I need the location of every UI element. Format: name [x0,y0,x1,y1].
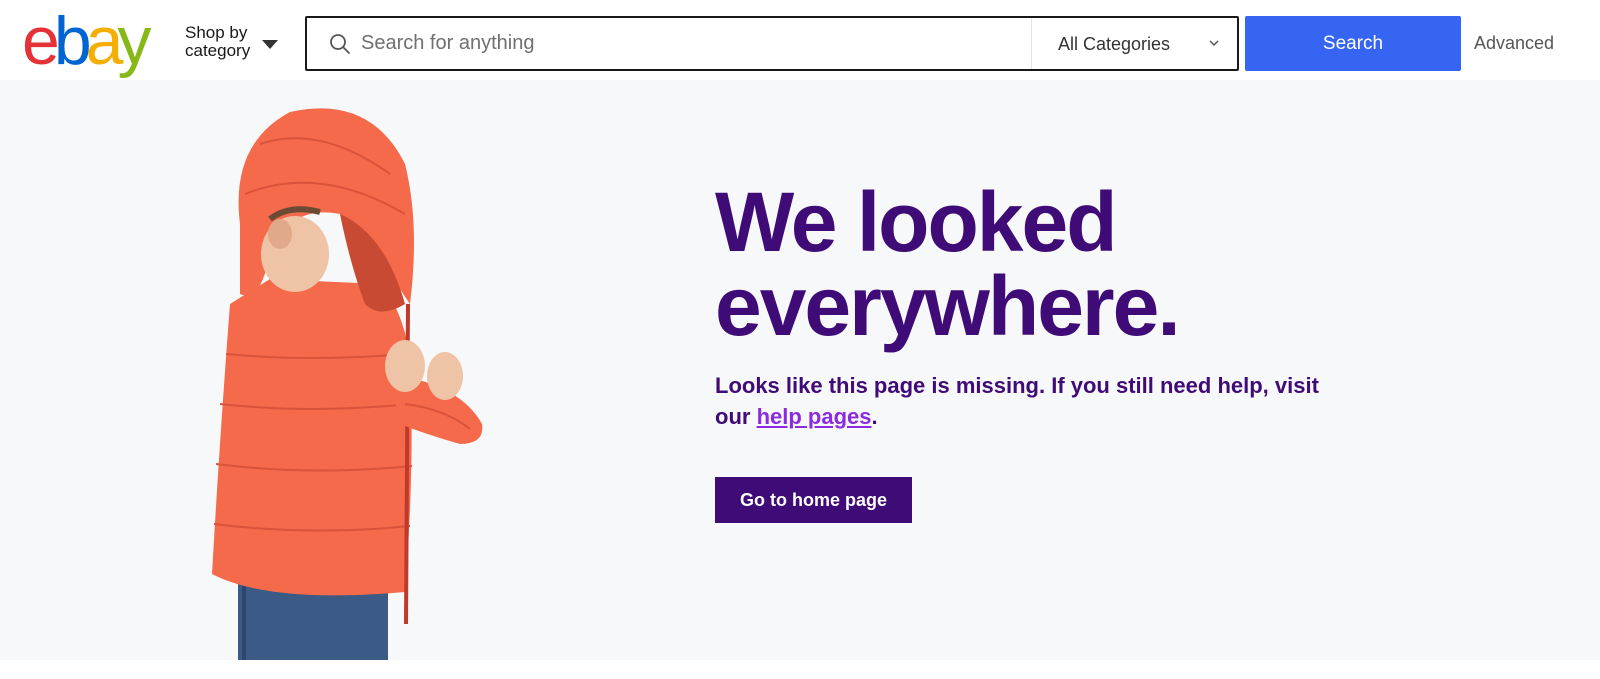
category-select-label: All Categories [1058,34,1171,54]
category-select[interactable]: All Categories [1031,18,1237,69]
site-header: ebay Shop by category All Categories Sea… [0,0,1600,80]
ebay-logo[interactable]: ebay [22,3,174,79]
search-button[interactable]: Search [1245,16,1461,71]
headline-line-1: We looked [715,175,1118,269]
logo-letter-e: e [22,3,60,79]
page-bottom-strip [0,660,1600,679]
error-description: Looks like this page is missing. If you … [715,370,1335,432]
search-input[interactable] [361,18,1011,69]
shop-by-category-label: Shop by category [185,24,250,60]
logo-letter-a: a [85,3,124,79]
shop-by-category-button[interactable]: Shop by category [185,24,280,64]
shop-by-category-line2: category [185,41,251,60]
logo-letter-b: b [53,3,92,79]
shop-by-category-line1: Shop by [185,23,248,42]
error-message-block: We looked everywhere. Looks like this pa… [715,180,1355,523]
caret-down-icon [262,40,278,49]
chevron-down-icon [1209,40,1219,47]
headline-line-2: everywhere. [715,259,1181,353]
advanced-search-link[interactable]: Advanced [1474,33,1554,54]
page-title: We looked everywhere. [715,180,1355,348]
logo-letter-y: y [117,3,151,79]
search-icon [330,34,350,54]
help-pages-link[interactable]: help pages [757,404,872,429]
child-in-orange-jacket-image [212,108,483,660]
search-box: All Categories [305,16,1239,71]
error-description-period: . [871,404,878,429]
go-to-home-page-button[interactable]: Go to home page [715,477,912,523]
error-page-main: We looked everywhere. Looks like this pa… [0,80,1600,660]
